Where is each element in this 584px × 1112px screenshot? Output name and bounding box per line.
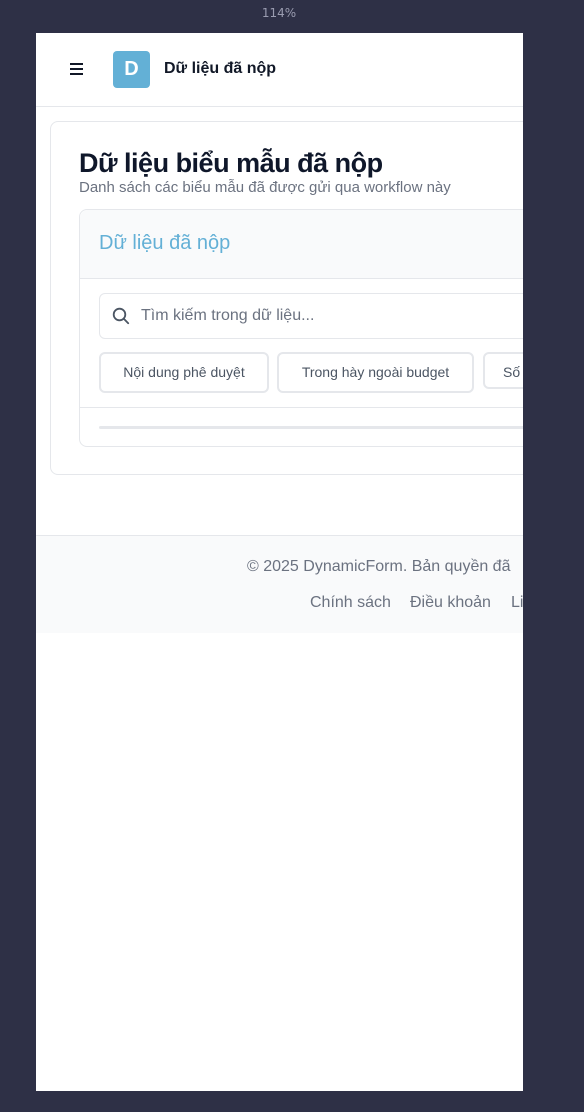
page-title: Dữ liệu biểu mẫu đã nộp (79, 148, 383, 178)
app-viewport: D Dữ liệu đã nộp Dữ liệu biểu mẫu đã nộp… (36, 33, 523, 1091)
navbar-title: Dữ liệu đã nộp (164, 60, 277, 77)
filter-chips: Nội dung phê duyệt Trong hày ngoài budge… (99, 352, 523, 393)
page-subtitle: Danh sách các biểu mẫu đã được gửi qua w… (79, 179, 451, 196)
footer-link-terms[interactable]: Điều khoản (410, 594, 491, 612)
filter-chip-noi-dung[interactable]: Nội dung phê duyệt (99, 352, 269, 393)
top-navbar: D Dữ liệu đã nộp (36, 33, 523, 107)
search-icon (112, 307, 130, 325)
data-panel-header: Dữ liệu đã nộp (80, 210, 523, 279)
data-panel-title: Dữ liệu đã nộp (99, 232, 231, 254)
hamburger-icon[interactable] (66, 59, 88, 79)
search-input[interactable] (141, 294, 523, 338)
filter-chip-budget[interactable]: Trong hày ngoài budget (277, 352, 474, 393)
zoom-level: 114% (261, 6, 297, 20)
page-footer: © 2025 DynamicForm. Bản quyền đã Chính s… (36, 535, 523, 633)
footer-link-policy[interactable]: Chính sách (310, 594, 391, 612)
footer-link-more[interactable]: Li (511, 594, 523, 612)
app-logo[interactable]: D (113, 51, 150, 88)
search-box[interactable] (99, 293, 523, 339)
submissions-card: Dữ liệu biểu mẫu đã nộp Danh sách các bi… (50, 121, 523, 475)
data-panel: Dữ liệu đã nộp Nội dung phê duyệt Trong … (79, 209, 523, 447)
filter-chip-so[interactable]: Số (483, 352, 523, 389)
footer-copyright: © 2025 DynamicForm. Bản quyền đã (247, 558, 511, 575)
table-scrollbar[interactable] (99, 426, 523, 429)
panel-divider (80, 407, 523, 408)
